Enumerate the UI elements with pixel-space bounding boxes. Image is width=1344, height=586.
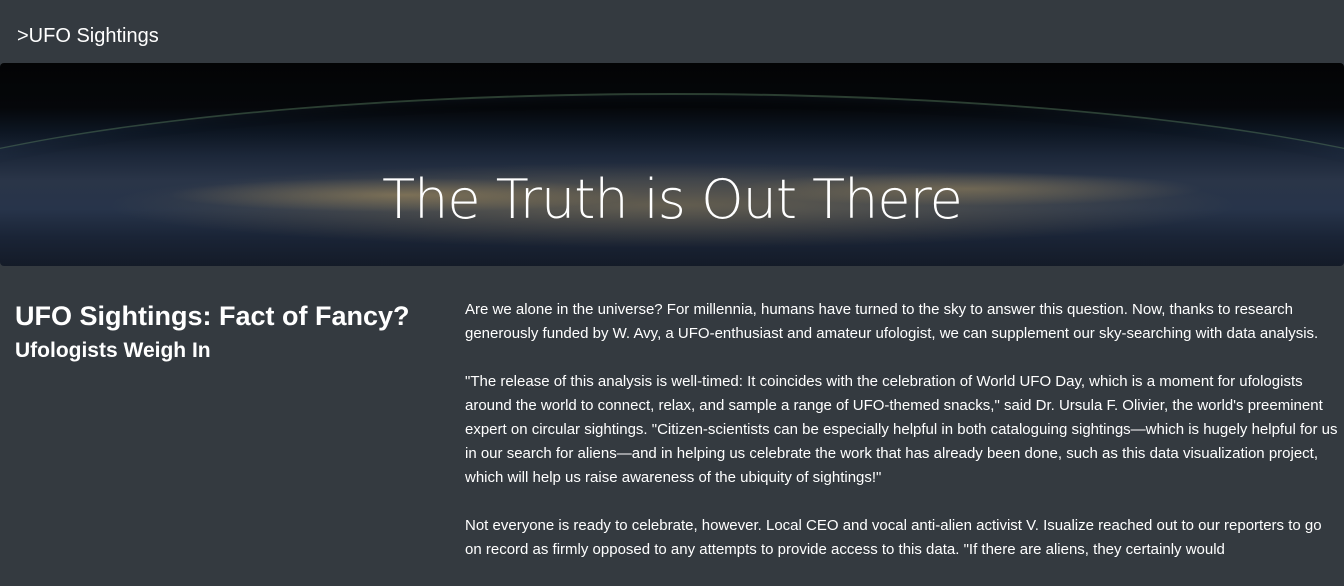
- hero-title: The Truth is Out There: [382, 168, 963, 232]
- article-paragraph: "The release of this analysis is well-ti…: [465, 373, 1338, 486]
- article-paragraph: Not everyone is ready to celebrate, howe…: [465, 517, 1322, 558]
- hero-banner: The Truth is Out There: [0, 63, 1344, 266]
- article-paragraph: Are we alone in the universe? For millen…: [465, 301, 1319, 342]
- article-body: Are we alone in the universe? For millen…: [465, 298, 1340, 586]
- brand-link[interactable]: >UFO Sightings: [17, 22, 159, 50]
- article-title: UFO Sightings: Fact of Fancy?: [15, 301, 410, 331]
- article-subtitle: Ufologists Weigh In: [15, 339, 211, 362]
- article-heading: UFO Sightings: Fact of Fancy? Ufologists…: [15, 296, 435, 366]
- navbar: >UFO Sightings: [0, 0, 1344, 63]
